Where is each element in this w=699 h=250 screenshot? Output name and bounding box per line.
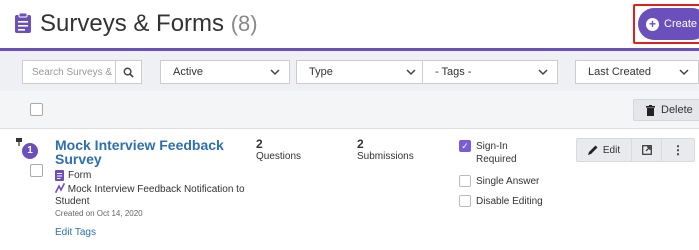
search-placeholder[interactable]: Search Surveys & [23,67,115,78]
questions-label: Questions [256,151,302,162]
page-title: Surveys & Forms (8) [40,10,258,38]
open-external-button[interactable] [632,138,662,162]
item-checkbox[interactable] [30,164,43,177]
create-button-label: Create [664,18,698,30]
chevron-down-icon [406,69,416,76]
item-type-label: Form [68,170,92,181]
clipboard-icon [15,12,31,33]
item-count: (8) [230,11,258,36]
form-icon [55,170,64,181]
item-type: Form [55,170,91,181]
edit-tags-link[interactable]: Edit Tags [55,227,96,238]
sign-in-required-checkbox[interactable]: ✓ [459,140,471,152]
chevron-down-icon [679,69,689,76]
trash-icon [646,104,655,116]
pencil-icon [587,145,598,155]
search-icon [123,67,134,78]
sort-select-value: Last Created [588,66,651,78]
notification-icon [55,183,65,193]
bulk-action-bar: Delete [0,91,699,129]
more-icon: ⋮ [672,143,684,157]
single-answer-option[interactable]: Single Answer [459,175,539,188]
external-link-icon [641,145,652,155]
chevron-down-icon [270,69,280,76]
status-select-value: Active [173,66,203,78]
search-input[interactable]: Search Surveys & [22,60,142,84]
delete-button[interactable]: Delete [633,99,699,121]
select-all-checkbox[interactable] [30,103,43,116]
item-notification-text: Mock Interview Feedback Notification to … [55,184,245,207]
submissions-label: Submissions [357,151,414,162]
submissions-count: 2 [357,137,364,151]
item-number-badge: 1 [22,143,38,159]
edit-button-label: Edit [602,144,621,156]
type-select-value: Type [309,66,333,78]
sort-select[interactable]: Last Created [575,60,699,84]
item-title-link[interactable]: Mock Interview Feedback Survey [55,138,235,166]
disable-editing-label: Disable Editing [476,196,543,207]
submissions-stat: 2 Submissions [357,137,414,162]
page-title-text: Surveys & Forms [40,10,225,37]
type-select[interactable]: Type [296,60,426,84]
item-actions: Edit ⋮ [576,138,695,162]
item-created-date: Created on Oct 14, 2020 [55,209,143,218]
disable-editing-checkbox[interactable] [459,195,471,207]
single-answer-checkbox[interactable] [459,175,471,187]
filter-bar: Search Surveys & Active Type - Tags - La… [0,51,699,91]
create-button[interactable]: + Create [638,8,699,40]
search-button[interactable] [115,61,141,83]
more-options-button[interactable]: ⋮ [662,138,695,162]
questions-count: 2 [256,137,263,151]
tags-select-value: - Tags - [435,66,472,78]
status-select[interactable]: Active [160,60,290,84]
item-notification: Mock Interview Feedback Notification to … [55,183,245,208]
list-item: 1 Mock Interview Feedback Survey Form Mo… [0,130,699,250]
chevron-down-icon [538,69,548,76]
questions-stat: 2 Questions [256,137,302,162]
disable-editing-option[interactable]: Disable Editing [459,195,543,208]
delete-button-label: Delete [661,104,693,116]
pin-icon [16,138,22,146]
plus-icon: + [646,17,659,31]
sign-in-required-option[interactable]: ✓ Sign-In Required [459,140,536,166]
tags-select[interactable]: - Tags - [422,60,558,84]
edit-button[interactable]: Edit [576,138,632,162]
sign-in-required-label: Sign-In Required [476,141,517,165]
page-header: Surveys & Forms (8) + Create [0,0,699,50]
single-answer-label: Single Answer [476,176,540,187]
